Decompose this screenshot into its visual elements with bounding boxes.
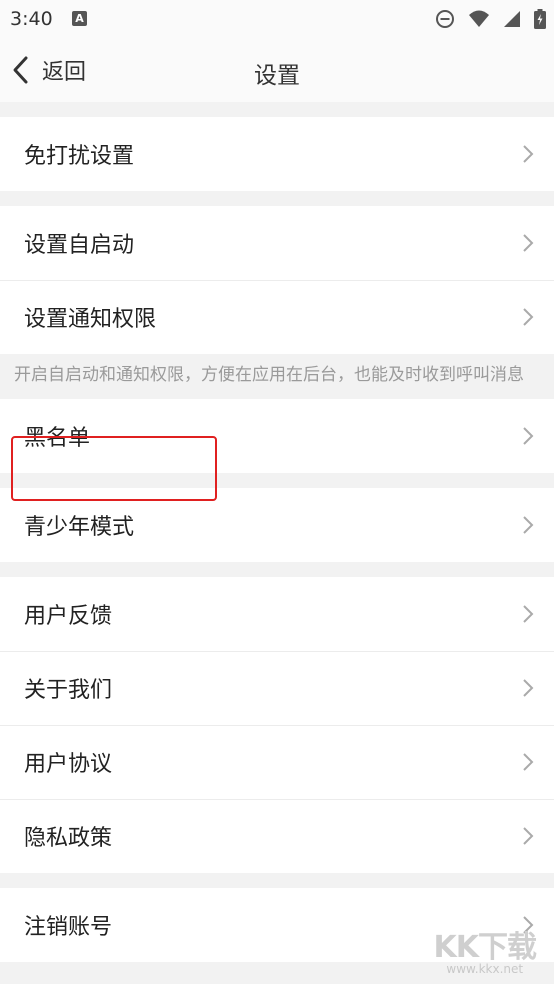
row-auto-start[interactable]: 设置自启动: [0, 206, 554, 280]
row-privacy-policy[interactable]: 隐私政策: [0, 799, 554, 873]
battery-icon: [534, 9, 546, 29]
watermark: KK下载 www.kkx.net: [434, 922, 537, 976]
settings-group: 用户反馈 关于我们 用户协议 隐私政策: [0, 577, 554, 873]
row-label: 设置自启动: [24, 233, 135, 258]
notification-icon: A: [72, 11, 87, 26]
section-gap: [0, 873, 554, 888]
section-gap: [0, 562, 554, 577]
row-feedback[interactable]: 用户反馈: [0, 577, 554, 651]
chevron-right-icon: [523, 308, 534, 326]
row-label: 用户反馈: [24, 604, 113, 629]
section-gap: [0, 102, 554, 117]
dnd-icon: [435, 10, 454, 28]
row-do-not-disturb[interactable]: 免打扰设置: [0, 117, 554, 191]
status-time: 3:40: [10, 8, 53, 30]
row-label: 用户协议: [24, 752, 113, 777]
settings-group: 青少年模式: [0, 488, 554, 562]
settings-group: 免打扰设置: [0, 117, 554, 191]
section-gap: [0, 473, 554, 488]
status-icons: [427, 9, 546, 29]
row-teen-mode[interactable]: 青少年模式: [0, 488, 554, 562]
chevron-right-icon: [523, 827, 534, 845]
row-user-agreement[interactable]: 用户协议: [0, 725, 554, 799]
chevron-right-icon: [523, 234, 534, 252]
row-blacklist[interactable]: 黑名单: [0, 399, 554, 473]
chevron-right-icon: [523, 516, 534, 534]
row-notification-permission[interactable]: 设置通知权限: [0, 280, 554, 354]
watermark-url: www.kkx.net: [446, 962, 524, 976]
settings-group: 黑名单: [0, 399, 554, 473]
hint-text: 开启自启动和通知权限，方便在应用在后台，也能及时收到呼叫消息: [0, 354, 554, 399]
row-label: 关于我们: [24, 678, 113, 703]
row-label: 免打扰设置: [24, 144, 135, 169]
chevron-right-icon: [523, 145, 534, 163]
row-label: 设置通知权限: [24, 307, 157, 332]
nav-bar: 返回 设置: [0, 38, 554, 102]
chevron-right-icon: [523, 427, 534, 445]
row-label: 注销账号: [24, 915, 113, 940]
chevron-right-icon: [523, 605, 534, 623]
watermark-logo: KK下载: [433, 930, 537, 965]
page-title: 设置: [254, 63, 300, 89]
row-label: 隐私政策: [24, 826, 113, 851]
wifi-icon: [468, 10, 489, 27]
row-label: 黑名单: [24, 426, 91, 451]
signal-icon: [503, 11, 520, 27]
status-bar: 3:40 A: [0, 0, 554, 38]
settings-group: 设置自启动 设置通知权限: [0, 206, 554, 354]
chevron-right-icon: [523, 753, 534, 771]
row-label: 青少年模式: [24, 515, 135, 540]
section-gap: [0, 191, 554, 206]
chevron-right-icon: [523, 679, 534, 697]
row-about-us[interactable]: 关于我们: [0, 651, 554, 725]
